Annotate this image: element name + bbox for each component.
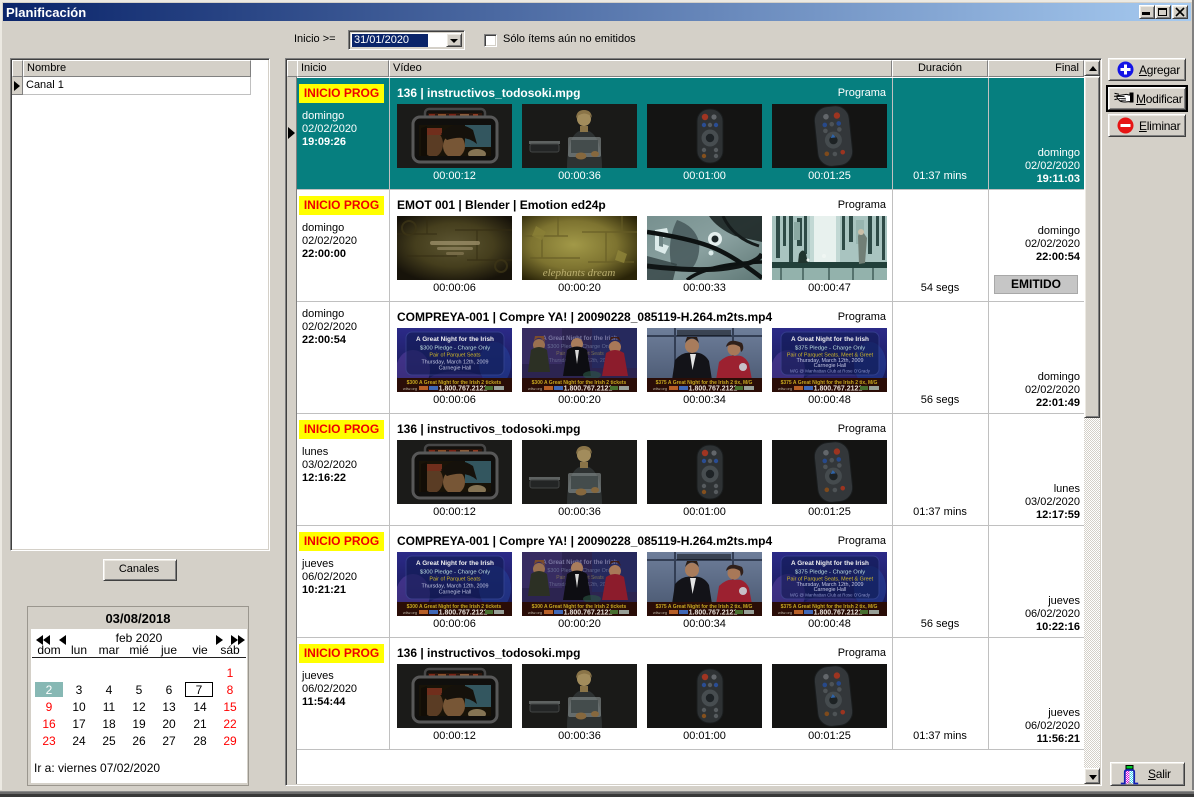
svg-text:1.800.767.2121: 1.800.767.2121 (689, 610, 738, 617)
svg-text:wliw.org: wliw.org (528, 386, 542, 391)
svg-text:1.800.767.2121: 1.800.767.2121 (564, 610, 613, 617)
svg-text:1.800.767.2121: 1.800.767.2121 (439, 610, 488, 617)
svg-text:Carnegie Hall: Carnegie Hall (439, 590, 472, 596)
svg-text:A Great Night for the Irish: A Great Night for the Irish (416, 336, 494, 343)
svg-text:$300 Pledge - Charge Only: $300 Pledge - Charge Only (420, 570, 490, 576)
svg-text:A Great Night for the Irish: A Great Night for the Irish (791, 336, 869, 343)
svg-text:Pair of Parquet Seats: Pair of Parquet Seats (429, 353, 481, 359)
svg-text:$375 Pledge - Charge Only: $375 Pledge - Charge Only (795, 570, 865, 576)
svg-text:wliw.org: wliw.org (778, 610, 792, 615)
svg-text:A Great Night for the Irish: A Great Night for the Irish (791, 560, 869, 567)
svg-text:1.800.767.2121: 1.800.767.2121 (564, 386, 613, 393)
svg-text:1.800.767.2121: 1.800.767.2121 (814, 610, 863, 617)
svg-text:wliw.org: wliw.org (528, 610, 542, 615)
svg-text:$300 Pledge - Charge Only: $300 Pledge - Charge Only (420, 346, 490, 352)
svg-text:M/G @ Manhattan Club at Rose O: M/G @ Manhattan Club at Rose O'Grady (790, 369, 871, 374)
svg-text:1.800.767.2121: 1.800.767.2121 (689, 386, 738, 393)
svg-text:Carnegie Hall: Carnegie Hall (439, 366, 472, 372)
svg-text:M/G @ Manhattan Club at Rose O: M/G @ Manhattan Club at Rose O'Grady (790, 593, 871, 598)
svg-text:$375 Pledge - Charge Only: $375 Pledge - Charge Only (795, 346, 865, 352)
svg-text:1.800.767.2121: 1.800.767.2121 (814, 386, 863, 393)
svg-text:1.800.767.2121: 1.800.767.2121 (439, 386, 488, 393)
svg-text:wliw.org: wliw.org (653, 610, 667, 615)
svg-text:elephants dream: elephants dream (543, 267, 616, 279)
svg-text:wliw.org: wliw.org (403, 610, 417, 615)
svg-text:wliw.org: wliw.org (778, 386, 792, 391)
svg-text:A Great Night for the Irish: A Great Night for the Irish (416, 560, 494, 567)
svg-text:wliw.org: wliw.org (403, 386, 417, 391)
svg-text:wliw.org: wliw.org (653, 386, 667, 391)
svg-text:Pair of Parquet Seats: Pair of Parquet Seats (429, 577, 481, 583)
